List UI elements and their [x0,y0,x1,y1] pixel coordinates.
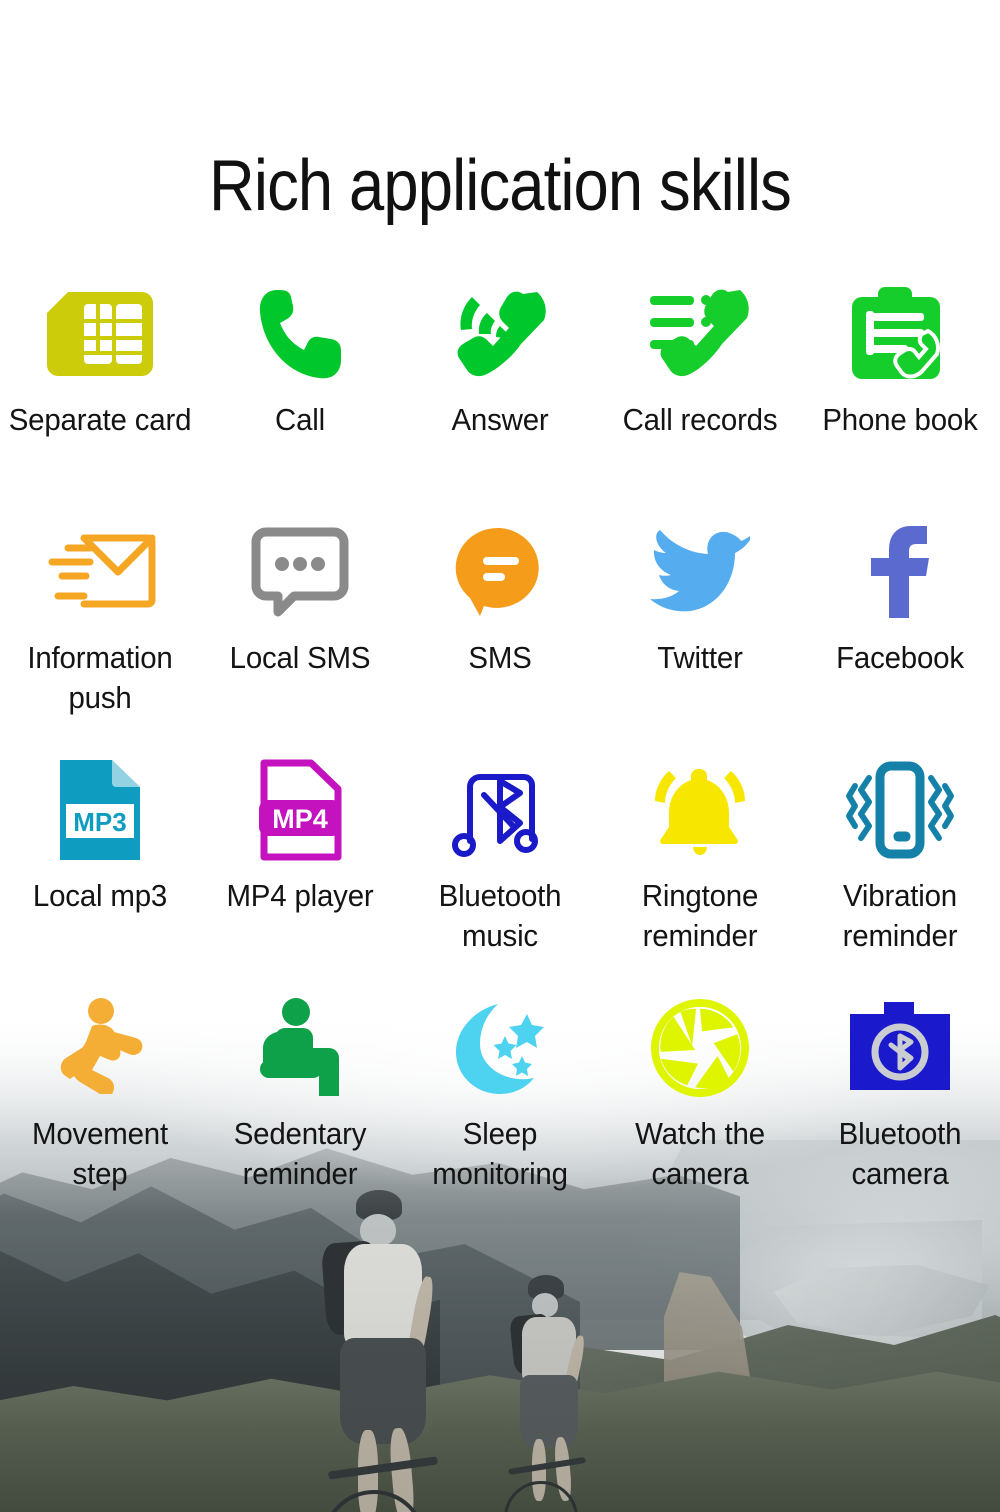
mp4-badge-text: MP4 [272,804,328,834]
moon-stars-icon [440,996,560,1100]
facebook-f-icon [840,520,960,624]
feature-item-watch-the-camera[interactable]: Watch the camera [600,996,800,1234]
feature-item-phone-book[interactable]: Phone book [800,282,1000,520]
feature-item-local-sms[interactable]: Local SMS [200,520,400,758]
feature-item-local-mp3[interactable]: MP3 Local mp3 [0,758,200,996]
bluetooth-camera-icon [840,996,960,1100]
envelope-push-icon [40,520,160,624]
feature-item-sms[interactable]: SMS [400,520,600,758]
feature-label: Sleep monitoring [432,1116,568,1191]
mp4-file-icon: MP4 [240,758,360,862]
twitter-bird-icon [640,520,760,624]
call-records-icon [640,282,760,386]
feature-item-call[interactable]: Call [200,282,400,520]
feature-item-bluetooth-camera[interactable]: Bluetooth camera [800,996,1000,1234]
feature-label: Bluetooth music [438,878,562,953]
feature-label: MP4 player [226,878,374,913]
phone-handset-icon [240,282,360,386]
camera-aperture-icon [640,996,760,1100]
feature-item-mp4-player[interactable]: MP4 MP4 player [200,758,400,996]
chat-bubble-icon [240,520,360,624]
feature-item-ringtone-reminder[interactable]: Ringtone reminder [600,758,800,996]
page-title: Rich application skills [209,146,792,226]
feature-item-bluetooth-music[interactable]: Bluetooth music [400,758,600,996]
feature-item-call-records[interactable]: Call records [600,282,800,520]
answer-call-icon [440,282,560,386]
feature-label: Information push [27,640,173,715]
feature-label: SMS [468,640,532,675]
feature-grid: Separate card Call Answer Call records P… [0,282,1000,1234]
feature-label: Answer [451,402,549,437]
vibration-icon [840,758,960,862]
feature-label: Bluetooth camera [838,1116,962,1191]
feature-item-sedentary-reminder[interactable]: Sedentary reminder [200,996,400,1234]
feature-label: Local mp3 [32,878,168,913]
feature-item-sleep-monitoring[interactable]: Sleep monitoring [400,996,600,1234]
feature-item-facebook[interactable]: Facebook [800,520,1000,758]
bell-icon [640,758,760,862]
bluetooth-music-icon [440,758,560,862]
feature-item-twitter[interactable]: Twitter [600,520,800,758]
feature-label: Vibration reminder [842,878,958,953]
feature-label: Separate card [8,402,192,437]
feature-item-information-push[interactable]: Information push [0,520,200,758]
mp3-file-icon: MP3 [40,758,160,862]
feature-label: Facebook [836,640,964,675]
feature-label: Call records [622,402,778,437]
sitting-person-icon [240,996,360,1100]
phone-book-icon [840,282,960,386]
promo-page: Rich application skills Separate card Ca… [0,0,1000,1512]
feature-label: Watch the camera [635,1116,765,1191]
feature-label: Local SMS [229,640,371,675]
feature-label: Call [275,402,325,437]
feature-item-separate-card[interactable]: Separate card [0,282,200,520]
feature-label: Ringtone reminder [641,878,759,953]
feature-label: Twitter [657,640,743,675]
mp3-badge-text: MP3 [73,807,126,837]
feature-label: Phone book [822,402,978,437]
sim-card-icon [40,282,160,386]
feature-label: Sedentary reminder [233,1116,367,1191]
feature-item-movement-step[interactable]: Movement step [0,996,200,1234]
feature-item-answer[interactable]: Answer [400,282,600,520]
sms-bubble-icon [440,520,560,624]
feature-item-vibration-reminder[interactable]: Vibration reminder [800,758,1000,996]
feature-label: Movement step [32,1116,168,1191]
running-person-icon [40,996,160,1100]
